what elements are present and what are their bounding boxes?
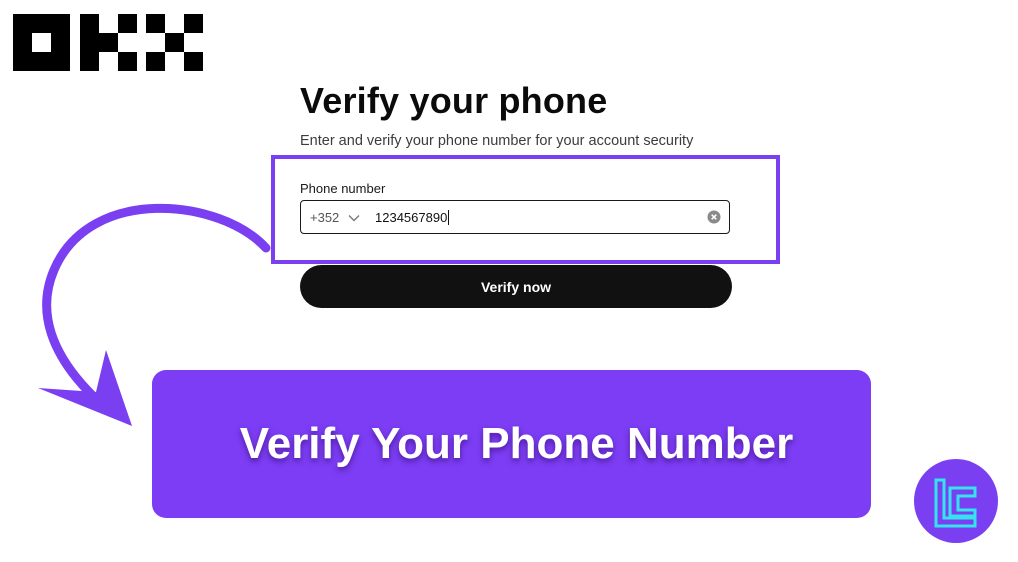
page-title: Verify your phone bbox=[300, 80, 608, 121]
page: Verify your phone Enter and verify your … bbox=[0, 0, 1018, 562]
verify-now-button[interactable]: Verify now bbox=[300, 265, 732, 308]
brand-badge-icon bbox=[913, 458, 999, 544]
caption-banner: Verify Your Phone Number bbox=[152, 370, 871, 518]
text-caret bbox=[448, 210, 450, 225]
okx-logo bbox=[13, 14, 203, 71]
phone-input-field[interactable]: +352 1234567890 bbox=[300, 200, 730, 234]
banner-text: Verify Your Phone Number bbox=[239, 419, 794, 468]
clear-icon[interactable] bbox=[707, 210, 721, 224]
phone-number-label: Phone number bbox=[300, 181, 386, 196]
country-code-select[interactable]: +352 bbox=[310, 210, 339, 225]
page-subtitle: Enter and verify your phone number for y… bbox=[300, 133, 694, 149]
chevron-down-icon[interactable] bbox=[347, 211, 361, 225]
phone-number-value[interactable]: 1234567890 bbox=[375, 210, 450, 225]
